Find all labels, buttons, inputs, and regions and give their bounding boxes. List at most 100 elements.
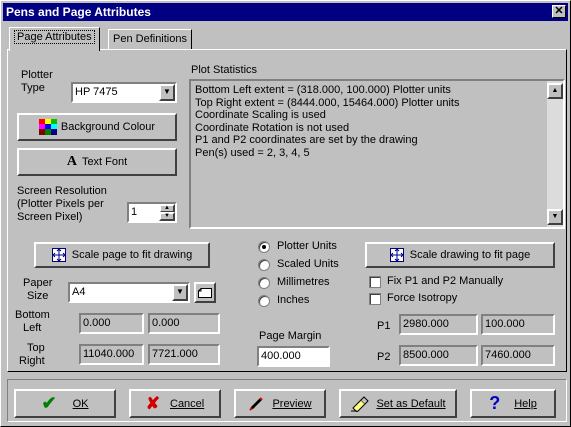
p2-label: P2 [377, 351, 391, 363]
background-colour-button[interactable]: Background Colour [17, 113, 177, 141]
top-right-label-2: Right [19, 355, 45, 367]
screen-resolution-label-3: Screen Pixel) [17, 211, 83, 223]
radio-scaled-units[interactable] [258, 259, 270, 271]
stats-scrollbar[interactable]: ▲ ▼ [547, 81, 563, 227]
tab-page-attributes-label: Page Attributes [14, 30, 95, 44]
cancel-button[interactable]: ✘ Cancel [129, 389, 221, 418]
paper-size-label-1: Paper [23, 277, 53, 289]
p2-x-field[interactable]: 8500.000 [399, 345, 478, 366]
top-right-y-value: 7721.000 [152, 348, 198, 360]
page-orientation-icon [198, 287, 212, 298]
preview-label: Preview [272, 397, 312, 410]
stats-line: P1 and P2 coordinates are set by the dra… [195, 134, 418, 146]
help-label: Help [514, 397, 537, 410]
fix-p1-p2-checkbox[interactable] [369, 276, 381, 288]
p1-y-value: 100.000 [485, 318, 525, 330]
background-colour-label: Background Colour [60, 121, 156, 133]
spin-down-icon[interactable]: ▼ [159, 212, 175, 221]
chevron-down-icon[interactable]: ▼ [159, 84, 175, 101]
bottom-left-y-field[interactable]: 0.000 [148, 313, 220, 334]
stats-line: Coordinate Scaling is used [195, 109, 326, 121]
scroll-down-icon[interactable]: ▼ [547, 209, 563, 225]
screen-resolution-value: 1 [131, 206, 138, 218]
scale-drawing-label: Scale drawing to fit page [409, 249, 531, 261]
pen-icon [249, 396, 264, 411]
cancel-label: Cancel [170, 397, 205, 410]
set-as-default-button[interactable]: Set as Default [339, 389, 457, 418]
cross-icon: ✘ [145, 393, 160, 413]
chevron-down-icon[interactable]: ▼ [172, 284, 188, 301]
plotter-type-value: HP 7475 [75, 86, 118, 98]
ok-button[interactable]: ✔ OK [14, 389, 116, 418]
font-icon: A [66, 154, 77, 169]
fix-p1-p2-label: Fix P1 and P2 Manually [387, 275, 504, 287]
radio-inches-label: Inches [277, 294, 310, 306]
radio-scaled-units-label: Scaled Units [277, 258, 339, 270]
top-right-x-field[interactable]: 11040.000 [79, 344, 144, 365]
page-orientation-button[interactable] [194, 282, 216, 303]
stats-line: Pen(s) used = 2, 3, 4, 5 [195, 146, 310, 159]
scale-page-label: Scale page to fit drawing [71, 249, 193, 261]
p2-x-value: 8500.000 [403, 349, 449, 361]
p1-y-field[interactable]: 100.000 [481, 314, 555, 335]
tab-pen-definitions[interactable]: Pen Definitions [108, 29, 192, 49]
tab-page-attributes[interactable]: Page Attributes [9, 27, 100, 51]
radio-millimetres[interactable] [258, 277, 270, 289]
top-right-label-1: Top [27, 342, 45, 354]
top-right-y-field[interactable]: 7721.000 [148, 344, 220, 365]
paper-size-value: A4 [72, 286, 86, 298]
palette-icon [38, 119, 57, 135]
ok-label: OK [72, 397, 89, 410]
stats-line: Coordinate Rotation is not used [195, 121, 350, 134]
force-isotropy-checkbox[interactable] [369, 293, 381, 305]
check-icon: ✔ [41, 393, 57, 413]
p1-x-field[interactable]: 2980.000 [399, 314, 478, 335]
spinner-buttons[interactable]: ▲ ▼ [159, 204, 175, 221]
p1-label: P1 [377, 320, 391, 332]
screen-resolution-spinner[interactable]: 1 ▲ ▼ [127, 202, 177, 223]
p2-y-field[interactable]: 7460.000 [481, 345, 555, 366]
radio-inches[interactable] [258, 295, 270, 307]
text-font-label: Text Font [81, 156, 128, 168]
page-margin-value: 400.000 [261, 350, 301, 362]
top-right-x-value: 11040.000 [83, 348, 135, 360]
plot-statistics-title: Plot Statistics [191, 64, 258, 76]
stats-line: Top Right extent = (8444.000, 15464.000)… [195, 96, 460, 109]
title-bar: Pens and Page Attributes ✕ [3, 3, 568, 21]
close-button[interactable]: ✕ [552, 5, 566, 18]
bottom-left-y-value: 0.000 [152, 317, 180, 329]
plotter-type-label-1: Plotter [21, 69, 53, 81]
screen-resolution-label-1: Screen Resolution [17, 185, 107, 197]
scale-icon [389, 248, 404, 262]
page-margin-field[interactable]: 400.000 [257, 346, 330, 367]
scroll-up-icon[interactable]: ▲ [547, 83, 563, 99]
tab-pen-definitions-label: Pen Definitions [113, 33, 187, 45]
stats-line: Bottom Left extent = (318.000, 100.000) … [195, 84, 451, 96]
plotter-type-select[interactable]: HP 7475 ▼ [71, 82, 177, 103]
scale-page-to-fit-drawing-button[interactable]: Scale page to fit drawing [34, 242, 210, 268]
scale-drawing-to-fit-page-button[interactable]: Scale drawing to fit page [365, 242, 555, 268]
paper-size-select[interactable]: A4 ▼ [68, 282, 190, 303]
bottom-left-x-value: 0.000 [83, 317, 111, 329]
dialog-window: Pens and Page Attributes ✕ Page Attribut… [0, 0, 571, 427]
radio-plotter-units[interactable] [258, 241, 270, 253]
plotter-type-label-2: Type [21, 82, 45, 94]
bottom-left-x-field[interactable]: 0.000 [79, 313, 144, 334]
preview-button[interactable]: Preview [234, 389, 326, 418]
screen-resolution-label-2: (Plotter Pixels per [17, 198, 104, 210]
text-font-button[interactable]: A Text Font [17, 148, 177, 176]
page-margin-label: Page Margin [259, 330, 322, 342]
bottom-left-label-1: Bottom [15, 309, 50, 321]
window-title: Pens and Page Attributes [6, 5, 151, 19]
scale-icon [51, 248, 66, 262]
set-as-default-label: Set as Default [376, 397, 446, 410]
radio-plotter-units-label: Plotter Units [277, 240, 337, 252]
help-button[interactable]: ? Help [470, 389, 556, 418]
bottom-left-label-2: Left [23, 322, 42, 334]
force-isotropy-label: Force Isotropy [387, 292, 458, 304]
p1-x-value: 2980.000 [403, 318, 449, 330]
plot-statistics-box: Bottom Left extent = (318.000, 100.000) … [189, 79, 565, 229]
help-icon: ? [489, 393, 501, 413]
p2-y-value: 7460.000 [485, 349, 531, 361]
stamp-icon [351, 395, 370, 412]
